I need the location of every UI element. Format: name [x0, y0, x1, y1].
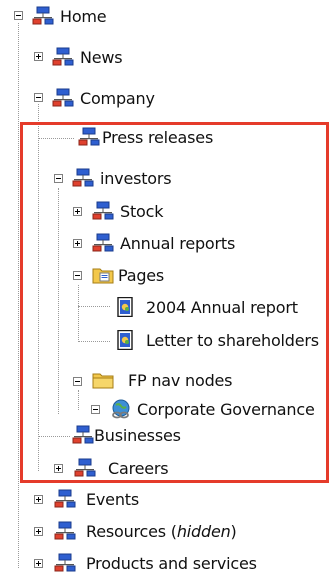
- pages-folder-icon: [92, 268, 114, 284]
- site-tree: Home News Company Press releases investo…: [0, 0, 334, 574]
- tree-item-label: News: [80, 47, 123, 67]
- hidden-tag: hidden: [176, 521, 231, 541]
- tree-item-annual-reports[interactable]: Annual reports: [92, 232, 235, 254]
- tree-item-letter-to-shareholders[interactable]: Letter to shareholders: [114, 329, 319, 351]
- tree-connector: [78, 390, 79, 410]
- tree-item-2004-annual-report[interactable]: 2004 Annual report: [114, 296, 298, 318]
- tree-item-label: Press releases: [102, 127, 214, 147]
- tree-item-label: Careers: [108, 458, 169, 478]
- expand-toggle-products-and-services[interactable]: [34, 559, 43, 568]
- tree-item-products-and-services[interactable]: Products and services: [54, 552, 257, 574]
- page-document-icon: [117, 330, 133, 350]
- collapse-toggle-corporate-governance[interactable]: [91, 405, 100, 414]
- folder-icon: [92, 373, 114, 389]
- tree-item-investors[interactable]: investors: [72, 167, 172, 189]
- tree-item-press-releases[interactable]: Press releases: [78, 126, 213, 148]
- tree-item-label: Resources (hidden): [86, 521, 237, 541]
- expand-toggle-resources[interactable]: [34, 527, 43, 536]
- tree-item-label: Company: [80, 88, 155, 108]
- sitemap-node-icon: [54, 553, 76, 572]
- tree-item-company[interactable]: Company: [52, 87, 155, 109]
- sitemap-node-icon: [92, 233, 114, 252]
- tree-connector: [38, 436, 70, 437]
- tree-connector: [58, 188, 59, 414]
- tree-item-events[interactable]: Events: [54, 488, 139, 510]
- tree-item-businesses[interactable]: Businesses: [72, 424, 181, 446]
- sitemap-node-icon: [52, 47, 74, 66]
- page-document-icon: [117, 297, 133, 317]
- tree-item-label: Products and services: [86, 553, 257, 573]
- tree-item-label: Events: [86, 489, 139, 509]
- sitemap-node-icon: [74, 458, 96, 477]
- sitemap-node-icon: [54, 489, 76, 508]
- expand-toggle-events[interactable]: [34, 495, 43, 504]
- tree-connector: [78, 306, 110, 307]
- tree-item-label: Stock: [120, 201, 164, 221]
- tree-item-label: Home: [60, 6, 107, 26]
- tree-item-corporate-governance[interactable]: Corporate Governance: [110, 398, 315, 420]
- tree-item-label: Letter to shareholders: [146, 330, 319, 350]
- sitemap-node-icon: [54, 521, 76, 540]
- tree-item-label: Businesses: [94, 425, 181, 445]
- sitemap-node-icon: [72, 168, 94, 187]
- tree-item-label: investors: [100, 168, 172, 188]
- tree-item-home[interactable]: Home: [32, 5, 107, 27]
- tree-item-resources[interactable]: Resources (hidden): [54, 520, 237, 542]
- collapse-toggle-pages[interactable]: [73, 271, 82, 280]
- sitemap-node-icon: [72, 425, 94, 444]
- expand-toggle-news[interactable]: [34, 52, 43, 61]
- collapse-toggle-investors[interactable]: [54, 174, 63, 183]
- tree-item-label: FP nav nodes: [128, 370, 233, 390]
- tree-connector: [18, 23, 19, 568]
- resources-label: Resources: [86, 521, 166, 541]
- sitemap-node-icon: [92, 201, 114, 220]
- tree-item-label: Pages: [118, 265, 165, 285]
- tree-item-careers[interactable]: Careers: [74, 457, 169, 479]
- link-globe-icon: [112, 399, 130, 419]
- sitemap-node-icon: [52, 88, 74, 107]
- collapse-toggle-company[interactable]: [34, 93, 43, 102]
- tree-item-fp-nav-nodes[interactable]: FP nav nodes: [92, 369, 233, 391]
- expand-toggle-stock[interactable]: [73, 207, 82, 216]
- expand-toggle-careers[interactable]: [54, 464, 63, 473]
- tree-item-news[interactable]: News: [52, 46, 123, 68]
- collapse-toggle-home[interactable]: [14, 11, 23, 20]
- collapse-toggle-fp-nav-nodes[interactable]: [73, 377, 82, 386]
- tree-item-label: Corporate Governance: [137, 399, 315, 419]
- tree-connector: [78, 285, 79, 342]
- tree-connector: [38, 104, 39, 471]
- tree-item-stock[interactable]: Stock: [92, 200, 163, 222]
- expand-toggle-annual-reports[interactable]: [73, 239, 82, 248]
- sitemap-node-icon: [78, 127, 100, 146]
- tree-item-pages[interactable]: Pages: [92, 264, 164, 286]
- sitemap-node-icon: [32, 6, 54, 25]
- tree-item-label: 2004 Annual report: [146, 297, 298, 317]
- tree-connector: [38, 138, 74, 139]
- tree-item-label: Annual reports: [120, 233, 236, 253]
- tree-connector: [78, 341, 110, 342]
